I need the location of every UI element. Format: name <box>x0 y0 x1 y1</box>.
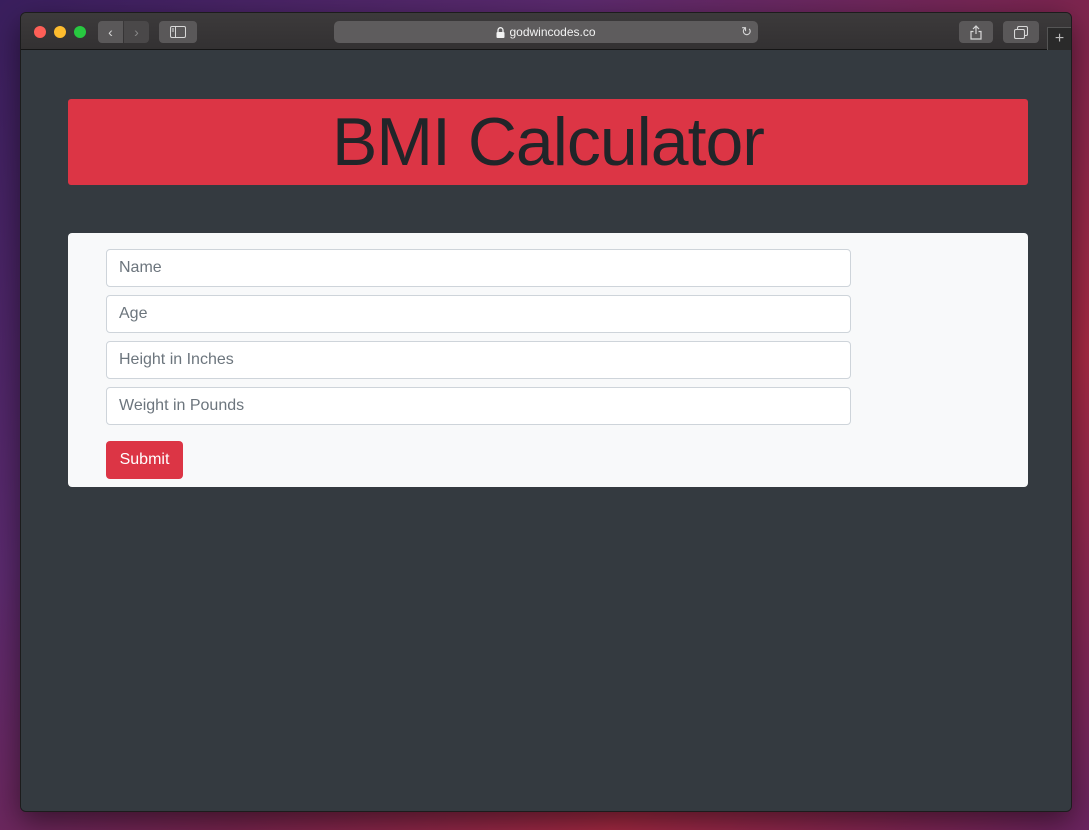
zoom-window-button[interactable] <box>74 26 86 38</box>
back-button[interactable]: ‹ <box>98 21 123 43</box>
reload-icon[interactable]: ↻ <box>741 24 752 40</box>
share-icon <box>970 24 982 40</box>
plus-icon: + <box>1054 30 1065 47</box>
close-window-button[interactable] <box>34 26 46 38</box>
age-input[interactable] <box>106 295 851 333</box>
bmi-form: Submit <box>68 233 1028 487</box>
page-header: BMI Calculator <box>68 99 1028 185</box>
url-text: godwincodes.co <box>509 25 596 39</box>
tabs-icon <box>1014 25 1028 39</box>
sidebar-toggle-button[interactable] <box>159 21 197 43</box>
lock-icon <box>496 26 505 38</box>
sidebar-icon <box>170 26 186 38</box>
submit-button[interactable]: Submit <box>106 441 183 479</box>
weight-input[interactable] <box>106 387 851 425</box>
minimize-window-button[interactable] <box>54 26 66 38</box>
page-title: BMI Calculator <box>332 104 765 180</box>
chevron-left-icon: ‹ <box>108 24 113 40</box>
new-tab-button[interactable]: + <box>1047 27 1071 50</box>
forward-button[interactable]: › <box>124 21 149 43</box>
height-input[interactable] <box>106 341 851 379</box>
browser-window: ‹ › godwincodes.co ↻ + BMI Calculator Na… <box>20 12 1072 812</box>
name-input[interactable] <box>106 249 851 287</box>
chevron-right-icon: › <box>134 24 139 40</box>
tab-overview-button[interactable] <box>1003 21 1039 43</box>
browser-toolbar: ‹ › godwincodes.co ↻ + <box>21 13 1071 50</box>
address-bar[interactable]: godwincodes.co ↻ <box>334 21 758 43</box>
page-content: BMI Calculator Submit <box>21 51 1071 811</box>
share-button[interactable] <box>959 21 993 43</box>
